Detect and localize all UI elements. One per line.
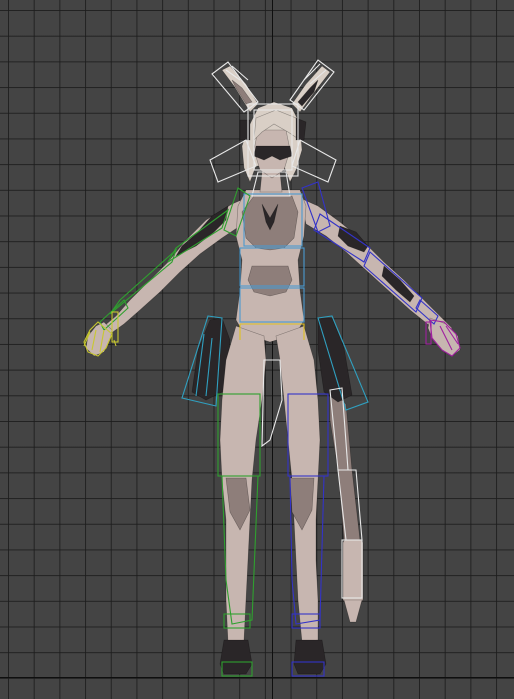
left-hand [85,321,113,357]
tail-tip [342,539,364,603]
tail-tip-point [343,599,363,623]
right-hand [427,317,461,357]
character-mesh[interactable] [85,65,461,675]
left-boot [219,639,253,675]
abdomen-plate [247,265,293,297]
scene-canvas[interactable] [0,0,514,699]
3d-viewport[interactable] [0,0,514,699]
right-boot [293,639,327,675]
right-arm [299,197,453,337]
